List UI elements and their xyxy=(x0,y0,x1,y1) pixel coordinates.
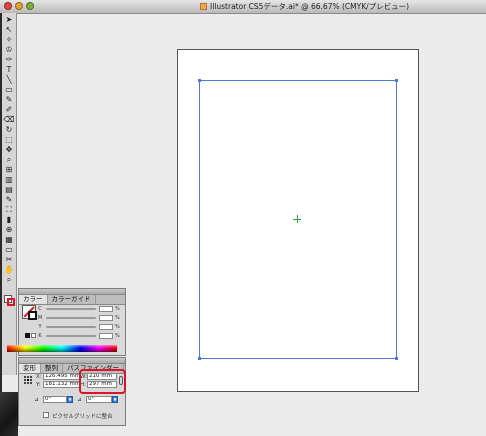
selection-tool-icon[interactable]: ➤ xyxy=(3,15,15,24)
tab-color-guide[interactable]: カラーガイド xyxy=(48,295,96,304)
shear-dropdown[interactable]: ▼ xyxy=(112,396,118,403)
selection-handle-top-left[interactable] xyxy=(198,79,201,82)
white-swatch[interactable] xyxy=(31,333,36,338)
channel-unit: % xyxy=(115,306,120,312)
mesh-tool-icon[interactable]: ▤ xyxy=(3,185,15,194)
stroke-color-icon[interactable] xyxy=(7,298,15,306)
document-icon xyxy=(200,3,207,10)
black-swatch[interactable] xyxy=(25,333,30,338)
scale-tool-icon[interactable]: ⬚ xyxy=(3,135,15,144)
x-label: X: xyxy=(36,374,42,380)
pencil-tool-icon[interactable]: ✐ xyxy=(3,105,15,114)
symbol-sprayer-tool-icon[interactable]: ⊞ xyxy=(3,165,15,174)
minimize-window-button[interactable] xyxy=(15,2,23,10)
color-spectrum-shade xyxy=(7,345,117,352)
live-paint-bucket-tool-icon[interactable]: ⊕ xyxy=(3,225,15,234)
channel-unit: % xyxy=(115,324,120,330)
channel-slider[interactable] xyxy=(46,317,96,319)
zoom-window-button[interactable] xyxy=(26,2,34,10)
channel-value-field[interactable] xyxy=(99,324,113,330)
scissors-tool-icon[interactable]: ✂ xyxy=(3,255,15,264)
lasso-tool-icon[interactable]: ♔ xyxy=(3,45,15,54)
eyedropper-tool-icon[interactable]: ⛶ xyxy=(3,205,15,214)
free-transform-tool-icon[interactable]: ⌕ xyxy=(3,155,15,164)
warp-tool-icon[interactable]: ✥ xyxy=(3,145,15,154)
color-panel-tabs: カラー カラーガイド xyxy=(19,295,125,305)
channel-row-k: K % xyxy=(37,333,120,339)
rotate-tool-icon[interactable]: ↻ xyxy=(3,125,15,134)
paintbrush-tool-icon[interactable]: ✎ xyxy=(3,95,15,104)
y-label: Y: xyxy=(36,382,41,388)
channel-unit: % xyxy=(115,333,120,339)
eraser-tool-icon[interactable]: ⌫ xyxy=(3,115,15,124)
selection-handle-bottom-left[interactable] xyxy=(198,357,201,360)
channel-slider[interactable] xyxy=(46,326,96,328)
direct-selection-tool-icon[interactable]: ↖ xyxy=(3,25,15,34)
shear-field[interactable]: 0° xyxy=(86,396,112,403)
rotate-icon: ⊿ xyxy=(34,397,39,403)
tab-align[interactable]: 整列 xyxy=(41,364,63,373)
slice-tool-icon[interactable]: ▭ xyxy=(3,245,15,254)
rotate-field[interactable]: 0° xyxy=(43,396,67,403)
tab-transform[interactable]: 変形 xyxy=(19,364,41,373)
rotate-dropdown[interactable]: ▼ xyxy=(67,396,73,403)
channel-label: Y xyxy=(38,324,42,330)
zoom-tool-icon[interactable]: ⌕ xyxy=(3,275,15,284)
channel-row-m: M % xyxy=(37,315,120,321)
window-title: Illustrator CS5データ.ai* @ 66.67% (CMYK/プレ… xyxy=(210,2,410,11)
selection-handle-top-right[interactable] xyxy=(395,79,398,82)
x-position-field[interactable]: 126.495 mm xyxy=(43,373,81,380)
selection-handle-bottom-right[interactable] xyxy=(395,357,398,360)
channel-row-y: Y % xyxy=(37,324,120,330)
column-graph-tool-icon[interactable]: ▥ xyxy=(3,175,15,184)
line-segment-tool-icon[interactable]: ╲ xyxy=(3,75,15,84)
tools-panel: ➤ ↖ ✧ ♔ ✑ T ╲ ▭ ✎ ✐ ⌫ ↻ ⬚ ✥ ⌕ ⊞ ▥ ▤ ✎ ⛶ ▮ ⊕ ▦ ▭ ✂ ✋ ⌕ xyxy=(2,13,17,375)
desktop-background xyxy=(0,392,18,436)
channel-value-field[interactable] xyxy=(99,306,113,312)
shear-icon: ⊿ xyxy=(77,397,82,403)
artboard-tool-icon[interactable]: ▦ xyxy=(3,235,15,244)
pixel-grid-checkbox[interactable] xyxy=(43,412,49,418)
magic-wand-tool-icon[interactable]: ✧ xyxy=(3,35,15,44)
channel-value-field[interactable] xyxy=(99,333,113,339)
size-highlight-box xyxy=(79,369,126,394)
channel-slider[interactable] xyxy=(46,335,96,337)
window-title-group: Illustrator CS5データ.ai* @ 66.67% (CMYK/プレ… xyxy=(200,1,409,12)
center-point-marker-vertical xyxy=(297,215,298,223)
channel-slider[interactable] xyxy=(46,308,96,310)
reference-point-grid[interactable] xyxy=(24,376,33,385)
pen-tool-icon[interactable]: ✑ xyxy=(3,55,15,64)
stroke-swatch[interactable] xyxy=(28,311,37,320)
y-position-field[interactable]: 181.132 mm xyxy=(43,381,81,388)
close-window-button[interactable] xyxy=(4,2,12,10)
channel-label: M xyxy=(37,315,43,321)
title-bar: Illustrator CS5データ.ai* @ 66.67% (CMYK/プレ… xyxy=(0,0,486,14)
rectangle-tool-icon[interactable]: ▭ xyxy=(3,85,15,94)
blend-tool-icon[interactable]: ▮ xyxy=(3,215,15,224)
channel-label: C xyxy=(38,306,42,312)
channel-label: K xyxy=(38,333,42,339)
channel-value-field[interactable] xyxy=(99,315,113,321)
channel-unit: % xyxy=(115,315,120,321)
pixel-grid-label: ピクセルグリッドに整合 xyxy=(52,414,113,420)
hand-tool-icon[interactable]: ✋ xyxy=(3,265,15,274)
type-tool-icon[interactable]: T xyxy=(3,65,15,74)
channel-row-c: C % xyxy=(37,306,120,312)
tab-color[interactable]: カラー xyxy=(19,295,48,304)
gradient-tool-icon[interactable]: ✎ xyxy=(3,195,15,204)
